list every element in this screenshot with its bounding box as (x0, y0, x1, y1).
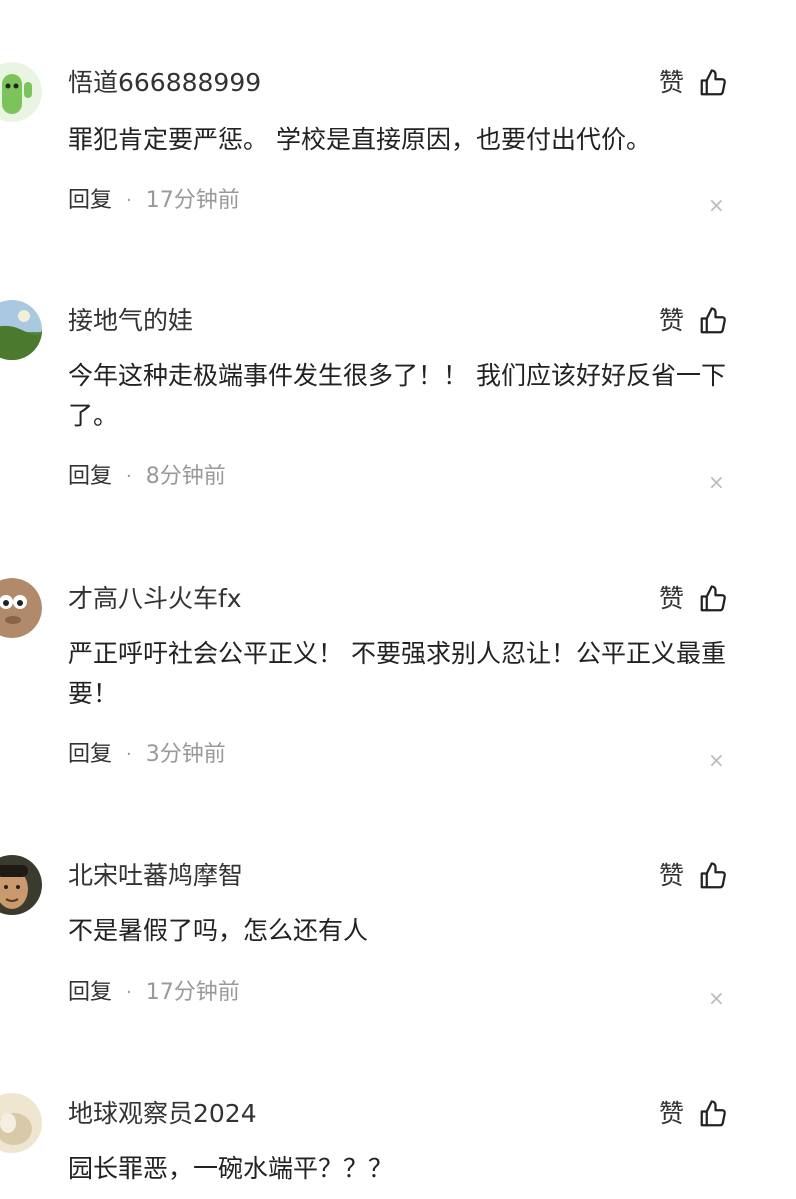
comment-item: 才高八斗火车fx 赞 严正呼吁社会公平正义！ 不要强求别人忍让！公平正义最重要！… (0, 578, 796, 798)
username[interactable]: 接地气的娃 (68, 304, 193, 338)
thumbs-up-icon[interactable] (698, 584, 728, 614)
comment-meta: 回复 · 17分钟前 (68, 978, 240, 1008)
like-label: 赞 (658, 306, 684, 335)
like-label: 赞 (658, 584, 684, 613)
username[interactable]: 北宋吐蕃鸠摩智 (68, 859, 243, 893)
like-label: 赞 (658, 861, 684, 890)
comment-item: 地球观察员2024 赞 园长罪恶，一碗水端平？？？ (0, 1093, 796, 1199)
username[interactable]: 地球观察员2024 (68, 1097, 257, 1131)
reply-button[interactable]: 回复 (68, 462, 112, 492)
avatar[interactable] (0, 1093, 42, 1153)
like-button[interactable]: 赞 (659, 66, 728, 100)
comment-text: 今年这种走极端事件发生很多了！！ 我们应该好好反省一下了。 (68, 361, 726, 430)
separator-dot: · (126, 190, 132, 211)
comment-text: 不是暑假了吗，怎么还有人 (68, 916, 369, 945)
like-button[interactable]: 赞 (659, 582, 728, 616)
timestamp: 3分钟前 (145, 742, 226, 767)
close-icon[interactable]: × (708, 195, 725, 215)
avatar[interactable] (0, 855, 42, 915)
comment-text: 严正呼吁社会公平正义！ 不要强求别人忍让！公平正义最重要！ (68, 639, 726, 708)
close-icon[interactable]: × (708, 750, 725, 770)
close-icon[interactable]: × (708, 988, 725, 1008)
comment-list: 悟道666888999 赞 罪犯肯定要严惩。 学校是直接原因，也要付出代价。 回… (0, 0, 796, 1199)
reply-button[interactable]: 回复 (68, 186, 112, 216)
username[interactable]: 才高八斗火车fx (68, 582, 242, 616)
separator-dot: · (126, 744, 132, 765)
thumbs-up-icon[interactable] (698, 861, 728, 891)
thumbs-up-icon[interactable] (698, 68, 728, 98)
like-button[interactable]: 赞 (659, 304, 728, 338)
avatar[interactable] (0, 578, 42, 638)
avatar[interactable] (0, 300, 42, 360)
comment-item: 北宋吐蕃鸠摩智 赞 不是暑假了吗，怎么还有人 回复 · 17分钟前 × (0, 855, 796, 1035)
thumbs-up-icon[interactable] (698, 1099, 728, 1129)
comment-text: 罪犯肯定要严惩。 学校是直接原因，也要付出代价。 (68, 125, 651, 154)
comment-text: 园长罪恶，一碗水端平？？？ (68, 1154, 394, 1183)
like-button[interactable]: 赞 (659, 859, 728, 893)
comment-item: 悟道666888999 赞 罪犯肯定要严惩。 学校是直接原因，也要付出代价。 回… (0, 62, 796, 232)
separator-dot: · (126, 982, 132, 1003)
timestamp: 8分钟前 (145, 464, 226, 489)
avatar[interactable] (0, 62, 42, 122)
close-icon[interactable]: × (708, 472, 725, 492)
comment-meta: 回复 · 8分钟前 (68, 462, 226, 492)
like-label: 赞 (658, 68, 684, 97)
timestamp: 17分钟前 (145, 980, 240, 1005)
reply-button[interactable]: 回复 (68, 740, 112, 770)
like-label: 赞 (658, 1099, 684, 1128)
like-button[interactable]: 赞 (659, 1097, 728, 1131)
username[interactable]: 悟道666888999 (68, 66, 261, 100)
comment-meta: 回复 · 3分钟前 (68, 740, 226, 770)
timestamp: 17分钟前 (145, 188, 240, 213)
separator-dot: · (126, 466, 132, 487)
comment-item: 接地气的娃 赞 今年这种走极端事件发生很多了！！ 我们应该好好反省一下了。 回复… (0, 300, 796, 520)
thumbs-up-icon[interactable] (698, 306, 728, 336)
reply-button[interactable]: 回复 (68, 978, 112, 1008)
comment-meta: 回复 · 17分钟前 (68, 186, 240, 216)
